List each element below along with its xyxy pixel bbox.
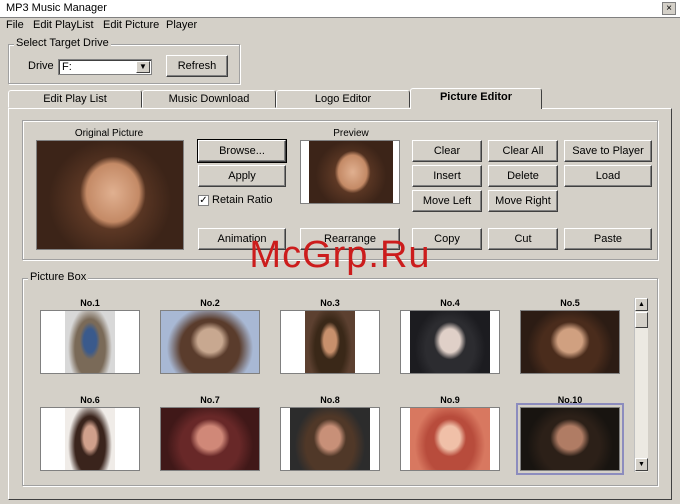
save-to-player-button[interactable]: Save to Player xyxy=(564,140,652,162)
chevron-down-icon[interactable]: ▼ xyxy=(136,61,150,73)
thumbnail-label: No.1 xyxy=(80,298,100,308)
thumbnail-label: No.5 xyxy=(560,298,580,308)
thumbnail-image xyxy=(161,408,259,470)
thumbnail-item[interactable] xyxy=(40,407,140,471)
original-picture-caption: Original Picture xyxy=(74,128,144,139)
drive-select[interactable]: F: ▼ xyxy=(58,59,152,75)
tab-edit-play-list[interactable]: Edit Play List xyxy=(8,90,142,108)
thumbnail-image xyxy=(65,311,115,373)
watermark-text: McGrp.Ru xyxy=(249,234,431,276)
thumbnail-image xyxy=(410,311,490,373)
delete-button[interactable]: Delete xyxy=(488,165,558,187)
thumbnail-item[interactable] xyxy=(280,310,380,374)
thumbnail-item[interactable] xyxy=(280,407,380,471)
thumbnail-item[interactable] xyxy=(40,310,140,374)
close-button[interactable]: × xyxy=(662,2,676,15)
thumbnail-image xyxy=(410,408,490,470)
drive-label: Drive xyxy=(28,60,54,72)
thumbnail-item[interactable] xyxy=(516,403,624,475)
move-left-button[interactable]: Move Left xyxy=(412,190,482,212)
insert-button[interactable]: Insert xyxy=(412,165,482,187)
menu-file[interactable]: File xyxy=(6,19,24,31)
thumbnail-item[interactable] xyxy=(400,407,500,471)
drive-select-value: F: xyxy=(62,61,72,73)
preview-caption: Preview xyxy=(333,128,369,139)
thumbnail-label: No.8 xyxy=(320,395,340,405)
thumbnail-image xyxy=(290,408,370,470)
clear-button[interactable]: Clear xyxy=(412,140,482,162)
menu-edit-picture[interactable]: Edit Picture xyxy=(103,19,159,31)
browse-button[interactable]: Browse... xyxy=(197,139,287,163)
target-drive-group-label: Select Target Drive xyxy=(14,37,111,49)
scroll-up-icon[interactable]: ▲ xyxy=(635,298,648,311)
scrollbar-thumb[interactable] xyxy=(635,312,648,328)
thumbnail-image xyxy=(521,311,619,373)
thumbnail-item[interactable] xyxy=(160,310,260,374)
thumbnail-item[interactable] xyxy=(160,407,260,471)
tab-music-download[interactable]: Music Download xyxy=(142,90,276,108)
thumbnail-label: No.6 xyxy=(80,395,100,405)
picture-box-scrollbar[interactable]: ▲ ▼ xyxy=(634,298,648,472)
window-title: MP3 Music Manager xyxy=(6,2,107,14)
title-bar: MP3 Music Manager × xyxy=(0,0,680,18)
thumbnail-label: No.4 xyxy=(440,298,460,308)
thumbnail-image xyxy=(65,408,115,470)
thumbnail-label: No.9 xyxy=(440,395,460,405)
retain-ratio-label: Retain Ratio xyxy=(212,194,273,206)
menu-player[interactable]: Player xyxy=(166,19,197,31)
thumbnail-label: No.7 xyxy=(200,395,220,405)
clear-all-button[interactable]: Clear All xyxy=(488,140,558,162)
tab-logo-editor[interactable]: Logo Editor xyxy=(276,90,410,108)
menu-bar: File Edit PlayList Edit Picture Player xyxy=(0,18,680,34)
load-button[interactable]: Load xyxy=(564,165,652,187)
refresh-button[interactable]: Refresh xyxy=(166,55,228,77)
tab-picture-editor[interactable]: Picture Editor xyxy=(410,88,542,109)
retain-ratio-checkbox[interactable]: ✓ xyxy=(198,195,209,206)
thumbnail-label: No.3 xyxy=(320,298,340,308)
thumbnail-image xyxy=(305,311,355,373)
preview-picture xyxy=(300,140,400,204)
thumbnail-image xyxy=(161,311,259,373)
thumbnail-item[interactable] xyxy=(520,310,620,374)
thumbnail-item[interactable] xyxy=(400,310,500,374)
scroll-down-icon[interactable]: ▼ xyxy=(635,458,648,471)
thumbnail-label: No.2 xyxy=(200,298,220,308)
move-right-button[interactable]: Move Right xyxy=(488,190,558,212)
menu-edit-playlist[interactable]: Edit PlayList xyxy=(33,19,94,31)
apply-button[interactable]: Apply xyxy=(198,165,286,187)
thumbnail-label: No.10 xyxy=(557,395,583,405)
thumbnail-image xyxy=(521,408,619,470)
